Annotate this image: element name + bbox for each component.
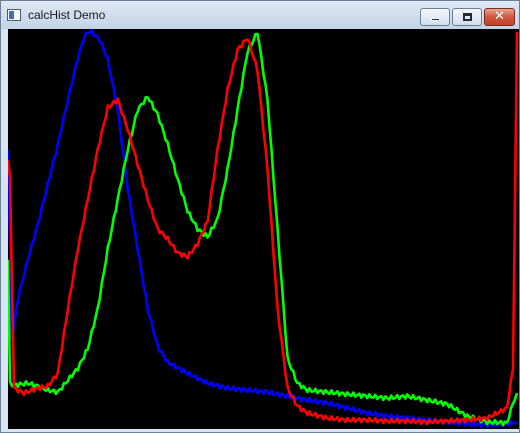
minimize-button[interactable] [420,8,450,26]
red-histogram-line [8,31,519,426]
blue-histogram-line [8,29,518,429]
close-button[interactable]: ✕ [484,8,515,26]
green-histogram-line [8,32,519,427]
app-window-icon[interactable] [7,9,21,21]
maximize-button[interactable] [452,8,482,26]
maximize-icon [453,9,481,25]
histogram-plot [8,29,519,429]
app-window: calcHist Demo ✕ [0,0,520,433]
window-title: calcHist Demo [28,8,106,22]
minimize-icon [421,9,449,25]
close-icon: ✕ [494,9,505,24]
histogram-canvas [8,29,519,429]
title-bar[interactable]: calcHist Demo ✕ [1,1,519,29]
